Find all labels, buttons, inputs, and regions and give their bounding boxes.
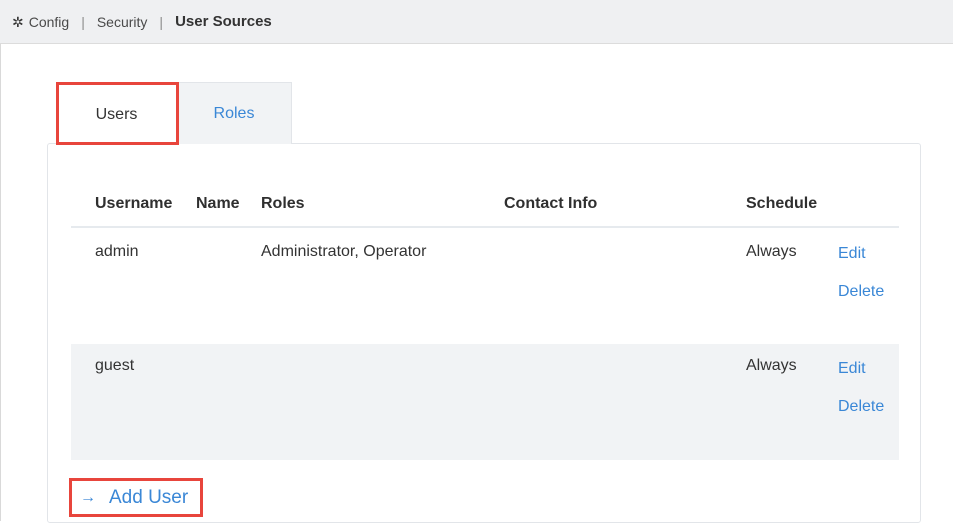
breadcrumb-separator: | bbox=[159, 13, 164, 30]
breadcrumb-config[interactable]: Config bbox=[29, 14, 69, 30]
breadcrumb-separator: | bbox=[81, 13, 85, 30]
column-header-schedule: Schedule bbox=[746, 195, 818, 212]
cell-schedule: Always bbox=[746, 357, 797, 374]
column-header-name: Name bbox=[196, 195, 240, 212]
add-user-label: Add User bbox=[109, 486, 189, 508]
edit-user-link[interactable]: Edit bbox=[838, 360, 866, 378]
tab-users[interactable]: Users bbox=[56, 82, 177, 144]
cell-username: guest bbox=[95, 357, 135, 374]
column-header-contact-info: Contact Info bbox=[504, 195, 598, 212]
breadcrumb-security[interactable]: Security bbox=[97, 14, 148, 30]
add-user-button[interactable]: → Add User bbox=[69, 478, 203, 517]
gear-icon: ✲ bbox=[12, 13, 24, 30]
delete-user-link[interactable]: Delete bbox=[838, 398, 884, 416]
arrow-right-icon: → bbox=[80, 488, 96, 506]
edit-user-link[interactable]: Edit bbox=[838, 245, 866, 263]
breadcrumb: ✲ Config | Security | User Sources bbox=[0, 0, 953, 44]
breadcrumb-user-sources: User Sources bbox=[175, 13, 272, 30]
cell-roles: Administrator, Operator bbox=[261, 243, 427, 260]
column-header-roles: Roles bbox=[261, 195, 305, 212]
table-header-divider bbox=[71, 226, 899, 228]
column-header-username: Username bbox=[95, 195, 173, 212]
tab-roles-label: Roles bbox=[213, 104, 255, 122]
delete-user-link[interactable]: Delete bbox=[838, 283, 884, 301]
tab-roles[interactable]: Roles bbox=[176, 82, 292, 144]
cell-schedule: Always bbox=[746, 243, 797, 260]
cell-username: admin bbox=[95, 243, 139, 260]
tab-users-label: Users bbox=[95, 105, 138, 123]
